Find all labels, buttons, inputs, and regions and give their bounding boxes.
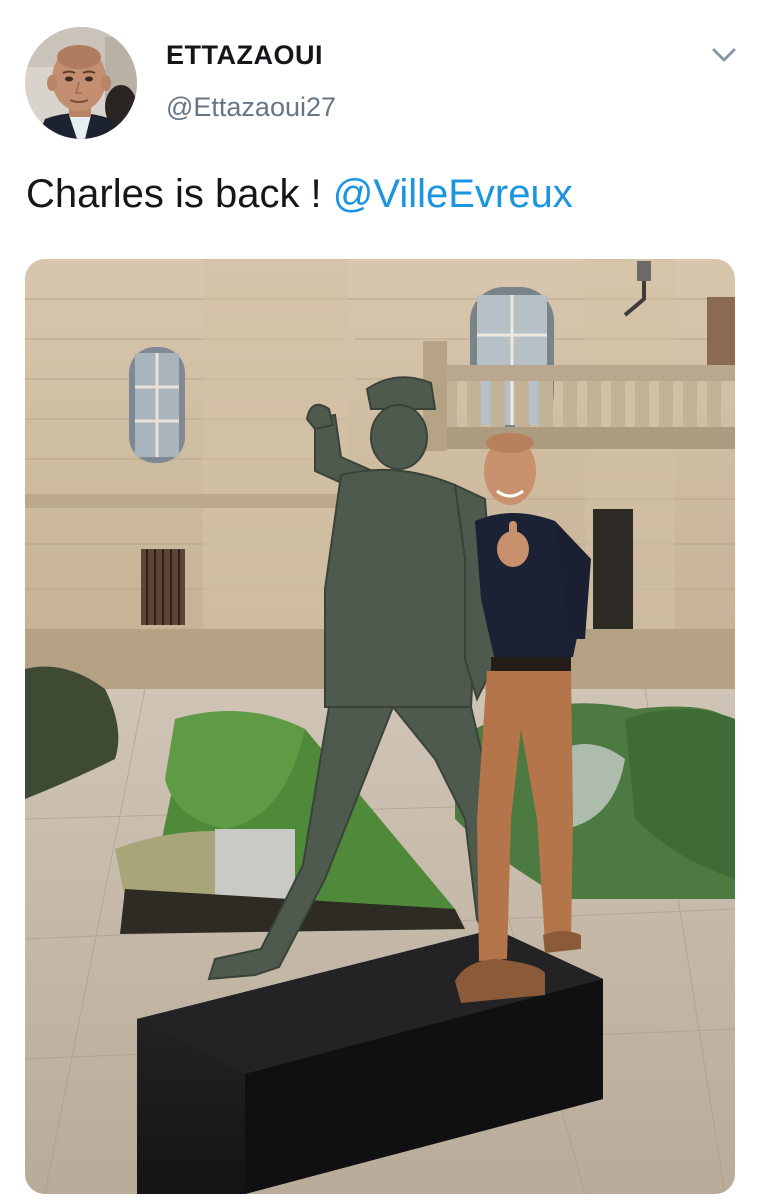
user-handle[interactable]: @Ettazaoui27	[166, 92, 336, 123]
tweet-text-body: Charles is back !	[26, 172, 333, 216]
chevron-down-icon	[712, 48, 736, 62]
display-name[interactable]: ETTAZAOUI	[166, 40, 323, 71]
mention-link[interactable]: @VilleEvreux	[333, 172, 573, 216]
avatar[interactable]	[25, 27, 137, 139]
tweet-menu-button[interactable]	[708, 42, 740, 68]
tweet-photo[interactable]	[25, 259, 735, 1194]
tweet-card: ETTAZAOUI @Ettazaoui27 Charles is back !…	[0, 0, 761, 1200]
statue-photo-illustration	[25, 259, 735, 1194]
avatar-image	[25, 27, 137, 139]
tweet-text: Charles is back ! @VilleEvreux	[26, 172, 573, 217]
